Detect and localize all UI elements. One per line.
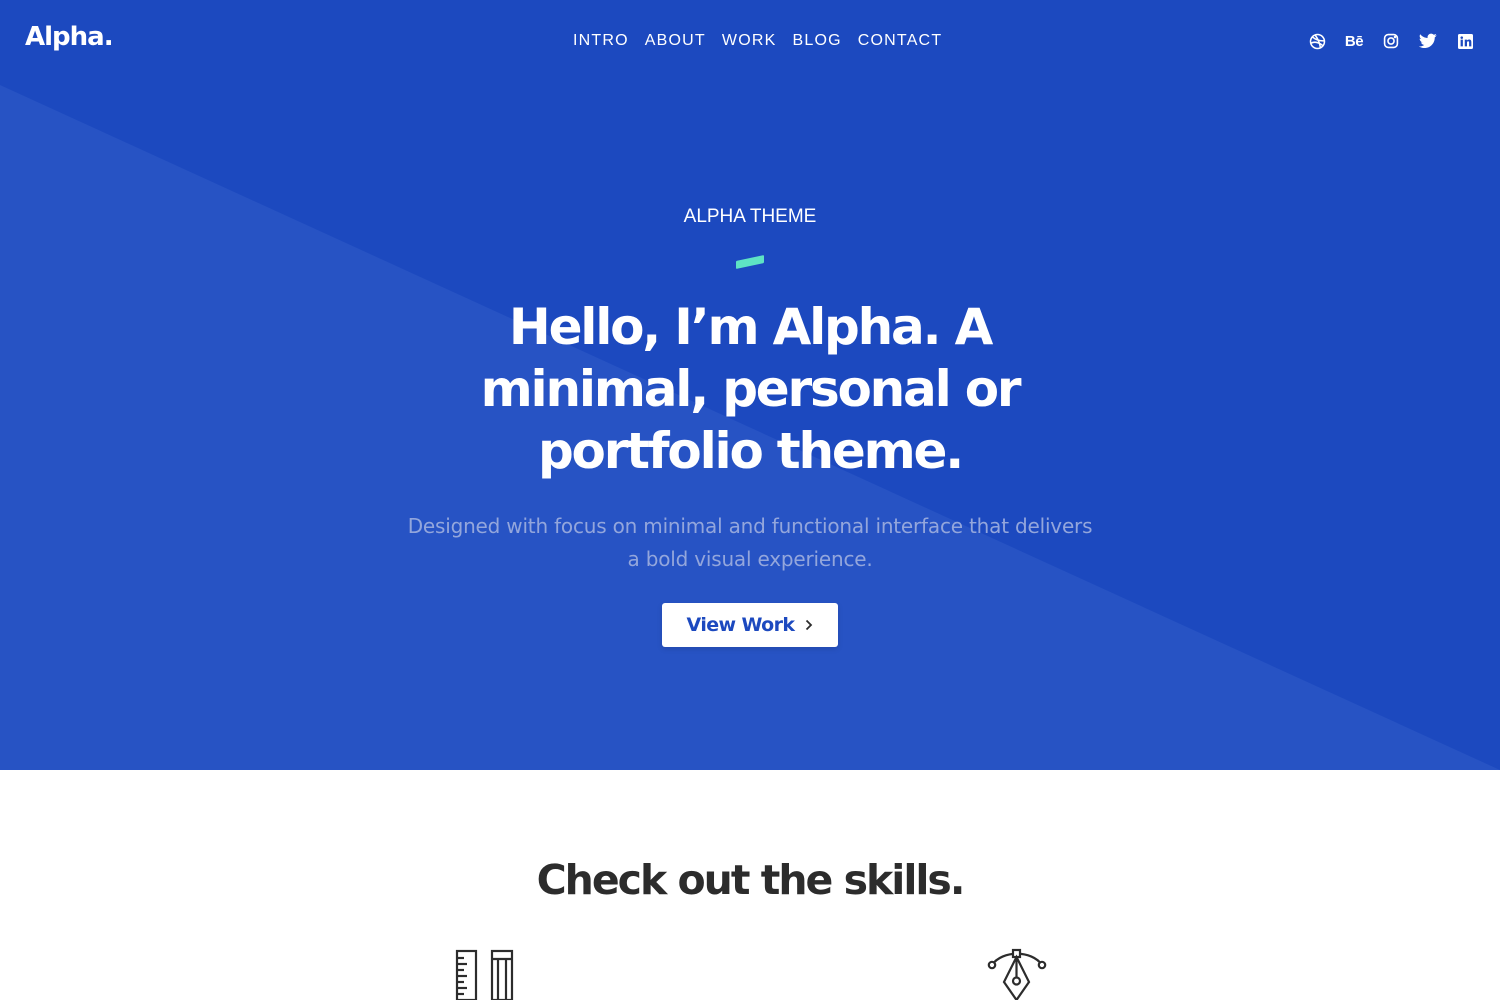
nav-item-about[interactable]: ABOUT bbox=[638, 32, 713, 50]
hero-subtext: Designed with focus on minimal and funct… bbox=[407, 514, 1093, 571]
skills-title: Check out the skills. bbox=[536, 856, 966, 904]
hero-headline: Hello, I’m Alpha. A minimal, personal or… bbox=[480, 298, 1022, 480]
nav-item-contact[interactable]: CONTACT bbox=[851, 32, 950, 50]
chevron-right-icon bbox=[805, 619, 813, 631]
pen-tool-icon bbox=[987, 948, 1047, 1000]
view-work-label: View Work bbox=[686, 614, 795, 636]
social-links: Bē bbox=[1289, 31, 1474, 51]
linkedin-icon[interactable] bbox=[1456, 32, 1474, 50]
hero-section: Alpha. INTRO ABOUT WORK BLOG CONTACT Bē bbox=[0, 0, 1500, 770]
accent-dash bbox=[736, 255, 764, 269]
twitter-icon[interactable] bbox=[1419, 32, 1437, 50]
behance-icon[interactable]: Bē bbox=[1345, 32, 1364, 50]
site-logo[interactable]: Alpha. bbox=[25, 22, 114, 52]
nav-item-blog[interactable]: BLOG bbox=[785, 32, 848, 50]
instagram-icon[interactable] bbox=[1382, 32, 1400, 50]
ruler-pencil-icon bbox=[455, 949, 514, 1000]
dribbble-icon[interactable] bbox=[1308, 32, 1326, 50]
nav-item-intro[interactable]: INTRO bbox=[566, 32, 636, 50]
hero-eyebrow: ALPHA THEME bbox=[683, 206, 817, 227]
nav-item-work[interactable]: WORK bbox=[715, 32, 784, 50]
main-nav: INTRO ABOUT WORK BLOG CONTACT bbox=[566, 30, 951, 52]
view-work-button[interactable]: View Work bbox=[662, 603, 838, 647]
